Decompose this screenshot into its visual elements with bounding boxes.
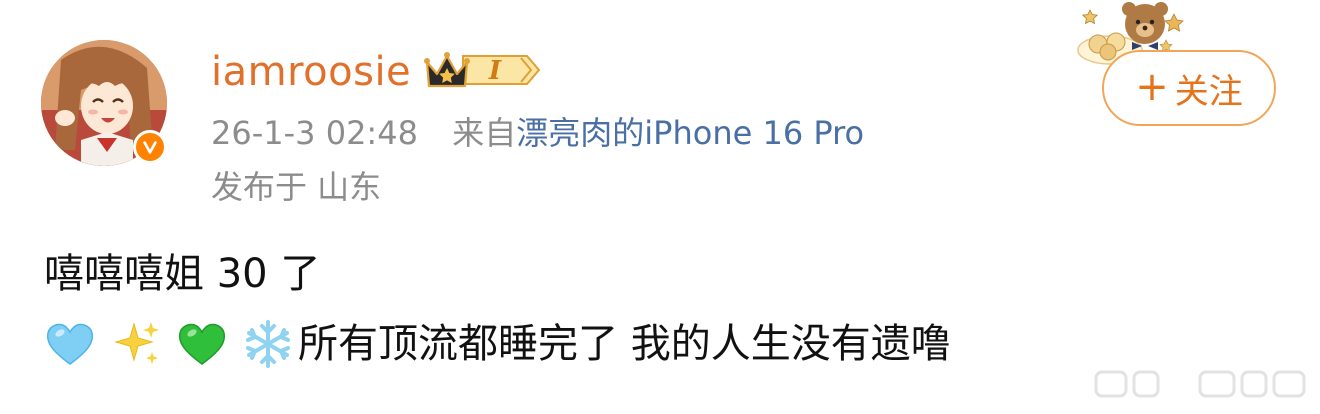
username[interactable]: iamroosie: [211, 48, 411, 96]
source-device-link[interactable]: 漂亮肉的iPhone 16 Pro: [516, 114, 864, 152]
sparkles-icon: [110, 318, 162, 370]
plus-icon: +: [1135, 64, 1169, 110]
badge-level-text: I: [488, 56, 502, 86]
green-heart-icon: [176, 318, 228, 370]
follow-button-label: 关注: [1174, 71, 1243, 112]
avatar-container[interactable]: [41, 40, 167, 166]
post-text-line-1: 嘻嘻嘻姐 30 了: [44, 251, 321, 297]
verified-badge-icon: [133, 130, 167, 164]
crown-level-badge-icon: I: [423, 48, 541, 92]
post-text-line-2: 所有顶流都睡完了 我的人生没有遗噜: [44, 318, 951, 370]
watermark-logo: [1088, 364, 1320, 404]
light-blue-heart-icon: [44, 318, 96, 370]
post-meta: 26-1-3 02:48 来自漂亮肉的iPhone 16 Pro: [211, 112, 864, 154]
snowflake-icon: [242, 318, 294, 370]
post-location: 发布于 山东: [211, 168, 382, 206]
follow-button[interactable]: + 关注: [1102, 50, 1276, 126]
source-prefix: 来自: [452, 114, 517, 152]
post-datetime: 26-1-3 02:48: [211, 114, 418, 152]
post-text-line-2-content: 所有顶流都睡完了 我的人生没有遗噜: [298, 321, 951, 367]
